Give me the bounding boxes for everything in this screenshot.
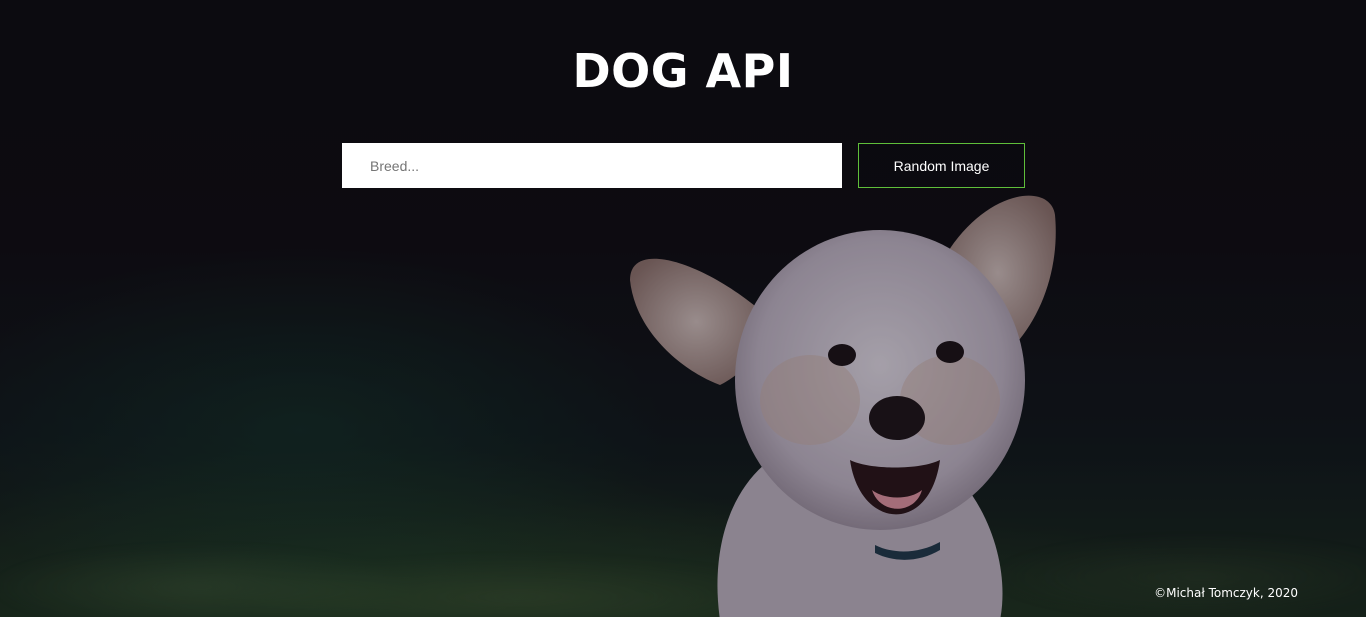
breed-search-input[interactable] (342, 143, 842, 188)
random-image-button[interactable]: Random Image (858, 143, 1025, 188)
copyright-footer: ©Michał Tomczyk, 2020 (1154, 586, 1298, 600)
page-title: DOG API (572, 44, 794, 98)
search-bar: Random Image (342, 143, 1026, 189)
